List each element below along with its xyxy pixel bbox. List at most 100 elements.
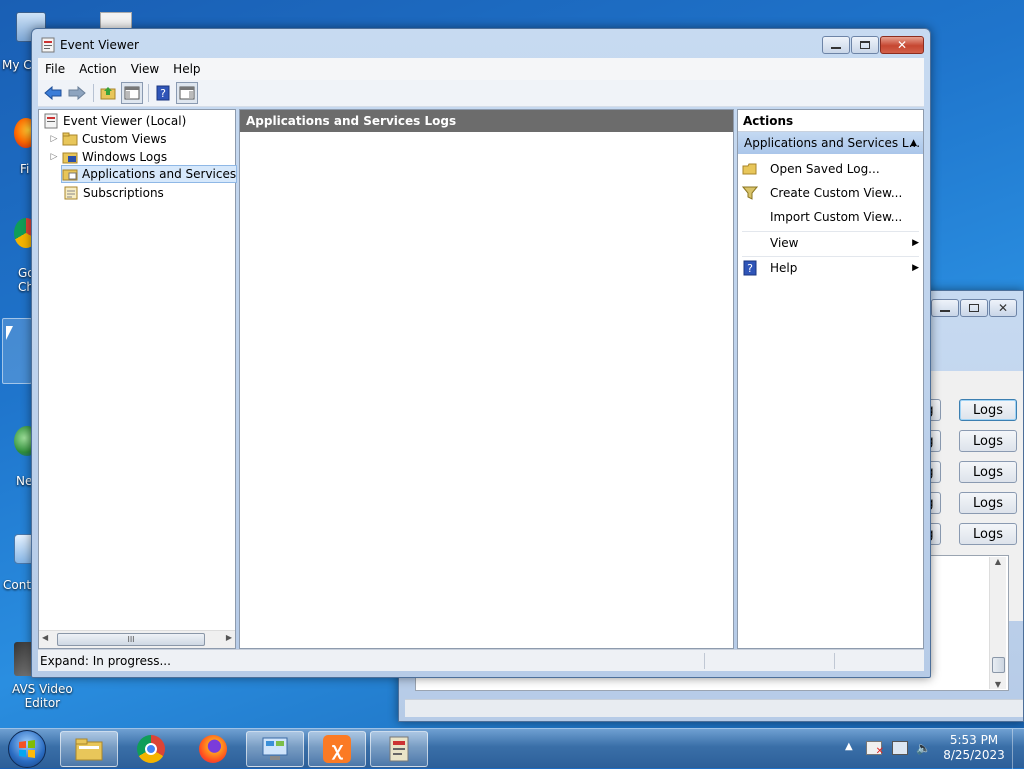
menu-action[interactable]: Action <box>72 62 124 76</box>
action-open-saved-log[interactable]: Open Saved Log... <box>742 158 919 180</box>
scroll-left-icon[interactable]: ◀ <box>42 633 48 642</box>
help-icon: ? <box>743 260 757 275</box>
taskbar: ꭓ ▲ ✕ 🔈 5:53 PM 8/25/2023 <box>0 728 1024 769</box>
svg-text:?: ? <box>160 87 166 100</box>
action-help[interactable]: ? Help ▶ <box>742 256 919 278</box>
start-button[interactable] <box>8 730 46 768</box>
close-button[interactable]: ✕ <box>880 36 924 54</box>
collapse-arrow-icon[interactable]: ▲ <box>910 132 917 154</box>
menu-view[interactable]: View <box>124 62 166 76</box>
desktop-label-avs: AVS Video Editor <box>12 682 73 710</box>
scroll-thumb[interactable] <box>992 657 1005 673</box>
desktop-label-network: Ne <box>16 474 33 488</box>
desktop-label-control: Cont <box>3 578 32 592</box>
action-center-icon[interactable]: ✕ <box>866 741 884 757</box>
scroll-right-icon[interactable]: ▶ <box>226 633 232 642</box>
title-bar[interactable]: Event Viewer ✕ <box>32 29 930 59</box>
back-arrow-icon <box>44 86 62 100</box>
help-icon: ? <box>156 85 170 101</box>
tree-item-custom-views[interactable]: ▷ Custom Views <box>49 130 167 148</box>
taskbar-xampp-button[interactable]: ꭓ <box>308 731 366 767</box>
console-tree-icon <box>124 86 140 100</box>
back-close-button[interactable]: ✕ <box>989 299 1017 317</box>
menu-help[interactable]: Help <box>166 62 207 76</box>
actions-pane[interactable]: Actions Applications and Services L... ▲… <box>737 109 924 649</box>
clock-date: 8/25/2023 <box>943 748 1005 762</box>
taskbar-control-panel-button[interactable] <box>246 731 304 767</box>
clock-time: 5:53 PM <box>949 733 999 747</box>
taskbar-explorer-button[interactable] <box>60 731 118 767</box>
maximize-icon <box>860 41 870 49</box>
center-pane[interactable]: Applications and Services Logs <box>239 109 734 649</box>
event-viewer-icon <box>41 37 55 53</box>
center-pane-header: Applications and Services Logs <box>240 110 733 132</box>
action-view[interactable]: View ▶ <box>742 231 919 253</box>
windows-logo-icon <box>19 740 35 758</box>
show-hidden-icons-button[interactable]: ▲ <box>845 741 853 752</box>
subscriptions-icon <box>64 186 78 200</box>
tree-item-subscriptions[interactable]: Subscriptions <box>63 184 164 202</box>
show-desktop-button[interactable] <box>1012 729 1024 769</box>
show-hide-action-pane-button[interactable] <box>176 82 198 104</box>
expand-arrow-icon[interactable]: ▷ <box>49 152 59 162</box>
submenu-arrow-icon: ▶ <box>912 262 919 273</box>
tree-root-event-viewer[interactable]: Event Viewer (Local) <box>43 112 186 130</box>
action-pane-icon <box>179 86 195 100</box>
clock[interactable]: 5:53 PM 8/25/2023 <box>942 733 1006 763</box>
volume-icon[interactable]: 🔈 <box>916 741 931 755</box>
action-create-custom-view[interactable]: Create Custom View... <box>742 182 919 204</box>
scroll-down-icon[interactable]: ▼ <box>990 680 1006 689</box>
logs-button-5[interactable]: Logs <box>959 523 1017 545</box>
filter-icon <box>742 186 758 200</box>
back-maximize-button[interactable] <box>960 299 988 317</box>
minimize-icon <box>831 47 841 49</box>
logs-button-3[interactable]: Logs <box>959 461 1017 483</box>
forward-button[interactable] <box>66 82 88 104</box>
back-vertical-scrollbar[interactable]: ▲ ▼ <box>989 557 1006 689</box>
toolbar: ? <box>38 80 924 107</box>
window-title: Event Viewer <box>60 38 139 52</box>
status-text: Expand: In progress... <box>40 654 171 668</box>
status-bar: Expand: In progress... <box>38 649 924 671</box>
taskbar-firefox-button[interactable] <box>184 731 242 767</box>
scroll-up-icon[interactable]: ▲ <box>990 557 1006 573</box>
maximize-button[interactable] <box>851 36 879 54</box>
taskbar-event-viewer-button[interactable] <box>370 731 428 767</box>
control-panel-icon <box>262 737 288 760</box>
network-icon[interactable] <box>892 741 908 755</box>
tree-item-applications-services-logs[interactable]: Applications and Services Lo <box>61 165 254 183</box>
logs-button-1[interactable]: Logs <box>959 399 1017 421</box>
logs-button-4[interactable]: Logs <box>959 492 1017 514</box>
svg-text:?: ? <box>747 262 753 275</box>
tree-item-windows-logs[interactable]: ▷ Windows Logs <box>49 148 168 166</box>
minimize-button[interactable] <box>822 36 850 54</box>
taskbar-chrome-button[interactable] <box>122 731 180 767</box>
back-minimize-button[interactable] <box>931 299 959 317</box>
menu-file[interactable]: File <box>38 62 72 76</box>
action-import-custom-view[interactable]: Import Custom View... <box>742 206 919 228</box>
submenu-arrow-icon: ▶ <box>912 237 919 248</box>
open-folder-icon <box>742 163 757 175</box>
console-tree-pane[interactable]: Event Viewer (Local) ▷ Custom Views ▷ Wi… <box>38 109 254 649</box>
close-icon: ✕ <box>896 38 908 52</box>
event-viewer-window[interactable]: Event Viewer ✕ File Action View Help ? E… <box>31 28 931 678</box>
logs-button-2[interactable]: Logs <box>959 430 1017 452</box>
firefox-icon <box>199 735 227 763</box>
applications-logs-folder-icon <box>62 169 78 181</box>
show-hide-tree-button[interactable] <box>121 82 143 104</box>
back-button[interactable] <box>42 82 64 104</box>
help-button[interactable]: ? <box>152 82 174 104</box>
windows-logs-folder-icon <box>62 152 78 164</box>
folder-icon <box>75 738 103 761</box>
mouse-pointer-icon <box>6 326 13 340</box>
forward-arrow-icon <box>68 86 86 100</box>
menu-bar: File Action View Help <box>38 58 924 80</box>
horizontal-scroll-thumb[interactable]: III <box>57 633 205 646</box>
event-viewer-icon <box>389 736 409 762</box>
actions-header: Actions <box>738 110 923 132</box>
expand-arrow-icon[interactable]: ▷ <box>49 134 59 144</box>
chrome-icon <box>137 735 165 763</box>
actions-section-header[interactable]: Applications and Services L... ▲ <box>738 132 923 154</box>
tree-horizontal-scrollbar[interactable]: ◀ III ▶ <box>39 630 235 648</box>
up-folder-button[interactable] <box>97 82 119 104</box>
